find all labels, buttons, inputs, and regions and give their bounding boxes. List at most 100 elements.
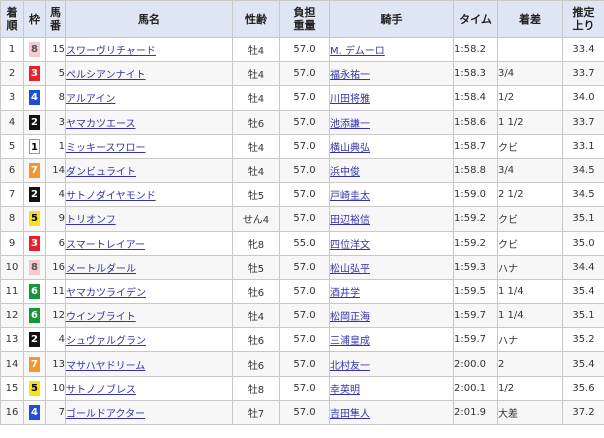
horse-cell: スワーヴリチャード: [65, 36, 233, 63]
jockey-name-link[interactable]: 三浦皇成: [331, 336, 371, 347]
finish-cell: 13: [0, 327, 24, 353]
margin-cell: ハナ: [497, 327, 563, 353]
finish-cell: 11: [0, 278, 24, 305]
jockey-name-link[interactable]: 横山典弘: [331, 143, 371, 154]
horse-name-link[interactable]: サトノダイヤモンド: [67, 191, 156, 202]
horse-number: 11: [52, 285, 65, 297]
horse-number: 14: [52, 165, 65, 177]
horse-name-link[interactable]: ヤマカツライデン: [67, 288, 147, 299]
horse-name-link[interactable]: マサハヤドリーム: [67, 361, 146, 372]
waku-cell: 5: [23, 206, 46, 232]
horse-name-link[interactable]: ペルシアンナイト: [67, 70, 146, 81]
waku-cell: 1: [23, 133, 46, 159]
jockey-cell: 横山典弘: [329, 133, 454, 159]
horse-number: 16: [52, 261, 65, 273]
horse-name-link[interactable]: ミッキースワロー: [67, 143, 146, 154]
finish-cell: 2: [0, 61, 24, 87]
umaban-cell: 10: [45, 375, 66, 401]
time-cell: 2:01.9: [453, 399, 498, 426]
jockey-name-link[interactable]: M. デムーロ: [331, 46, 385, 57]
horse-name-link[interactable]: アルアイン: [67, 94, 116, 105]
jockey-name-link[interactable]: 池添謙一: [331, 119, 371, 130]
jockey-cell: M. デムーロ: [329, 36, 454, 63]
horse-number: 6: [58, 237, 65, 249]
horse-cell: マサハヤドリーム: [65, 351, 233, 377]
header-margin: 着差: [497, 0, 563, 38]
table-row: 11 6 11 ヤマカツライデン 牡6 57.0 酒井学 1:59.5 1 1/4 35.4: [0, 278, 604, 305]
umaban-cell: 11: [45, 278, 66, 305]
horse-name-link[interactable]: ゴールドアクター: [67, 409, 146, 420]
header-weight: 負担 重量: [279, 0, 330, 38]
waku-cell: 3: [23, 61, 46, 87]
last3f-cell: 35.4: [562, 278, 604, 305]
finish-time: 1:58.3: [454, 68, 487, 80]
waku-cell: 4: [23, 399, 46, 426]
table-row: 5 1 1 ミッキースワロー 牡4 57.0 横山典弘 1:58.7 クビ 33.1: [0, 133, 604, 159]
jockey-cell: 田辺裕信: [329, 206, 454, 232]
last-3f: 34.0: [572, 92, 595, 104]
sex-age-cell: 牡5: [232, 254, 280, 280]
waku-badge: 1: [29, 138, 40, 154]
time-cell: 1:59.3: [453, 254, 498, 280]
horse-name-link[interactable]: ウインブライト: [67, 312, 136, 323]
horse-name-link[interactable]: スワーヴリチャード: [67, 46, 156, 57]
jockey-name-link[interactable]: 酒井学: [331, 288, 361, 299]
weight-cell: 57.0: [279, 351, 330, 377]
time-cell: 1:58.4: [453, 85, 498, 111]
horse-cell: トリオンフ: [65, 206, 233, 232]
horse-name-link[interactable]: サトノノブレス: [67, 385, 137, 396]
weight-cell: 57.0: [279, 254, 330, 280]
finish-cell: 3: [0, 85, 24, 111]
jockey-name-link[interactable]: 川田将雅: [331, 94, 371, 105]
table-row: 3 4 8 アルアイン 牡4 57.0 川田将雅 1:58.4 1/2 34.0: [0, 85, 604, 111]
umaban-cell: 4: [45, 327, 66, 353]
waku-cell: 7: [23, 351, 46, 377]
header-sex-age: 性齢: [232, 0, 280, 38]
sex-age-cell: 牡4: [232, 133, 280, 159]
waku-badge: 4: [29, 90, 40, 106]
header-time: タイム: [453, 0, 498, 38]
last-3f: 35.1: [572, 213, 595, 225]
horse-name-link[interactable]: ヤマカツエース: [67, 119, 136, 130]
margin-cell: クビ: [497, 133, 563, 159]
jockey-name-link[interactable]: 戸崎圭太: [331, 191, 371, 202]
jockey-name-link[interactable]: 吉田隼人: [331, 409, 371, 420]
horse-name-link[interactable]: スマートレイアー: [67, 240, 146, 251]
carried-weight: 57.0: [293, 334, 316, 346]
horse-number: 9: [58, 213, 65, 225]
finish-time: 1:58.2: [454, 44, 487, 56]
horse-cell: スマートレイアー: [65, 230, 233, 256]
margin: クビ: [498, 215, 519, 227]
waku-badge: 6: [29, 283, 40, 299]
jockey-name-link[interactable]: 松山弘平: [331, 264, 371, 275]
header-umaban: 馬 番: [45, 0, 66, 38]
jockey-name-link[interactable]: 北村友一: [331, 361, 371, 372]
margin: ハナ: [498, 263, 519, 275]
finish-time: 1:59.2: [454, 213, 487, 225]
horse-cell: シュヴァルグラン: [65, 327, 233, 353]
horse-name-link[interactable]: ダンビュライト: [67, 167, 137, 178]
carried-weight: 57.0: [293, 92, 316, 104]
carried-weight: 57.0: [293, 285, 316, 297]
sex-age-cell: 牡6: [232, 109, 280, 135]
finish-time: 1:59.5: [454, 285, 487, 297]
finish-position: 14: [5, 358, 19, 370]
horse-name-link[interactable]: メートルダール: [67, 264, 137, 275]
jockey-name-link[interactable]: 幸英明: [331, 385, 361, 396]
jockey-name-link[interactable]: 福永祐一: [331, 70, 371, 81]
waku-badge: 5: [29, 211, 40, 227]
margin-cell: 2: [497, 351, 563, 377]
margin-cell: [497, 36, 563, 63]
sex-age: 牡4: [247, 312, 265, 324]
last3f-cell: 33.7: [562, 61, 604, 87]
waku-cell: 6: [23, 303, 46, 329]
horse-name-link[interactable]: トリオンフ: [67, 215, 116, 226]
jockey-name-link[interactable]: 田辺裕信: [331, 215, 371, 226]
last3f-cell: 35.0: [562, 230, 604, 256]
horse-name-link[interactable]: シュヴァルグラン: [67, 336, 147, 347]
jockey-name-link[interactable]: 松岡正海: [331, 312, 371, 323]
jockey-name-link[interactable]: 浜中俊: [331, 167, 361, 178]
carried-weight: 55.0: [293, 237, 316, 249]
jockey-name-link[interactable]: 四位洋文: [331, 240, 371, 251]
horse-cell: アルアイン: [65, 85, 233, 111]
